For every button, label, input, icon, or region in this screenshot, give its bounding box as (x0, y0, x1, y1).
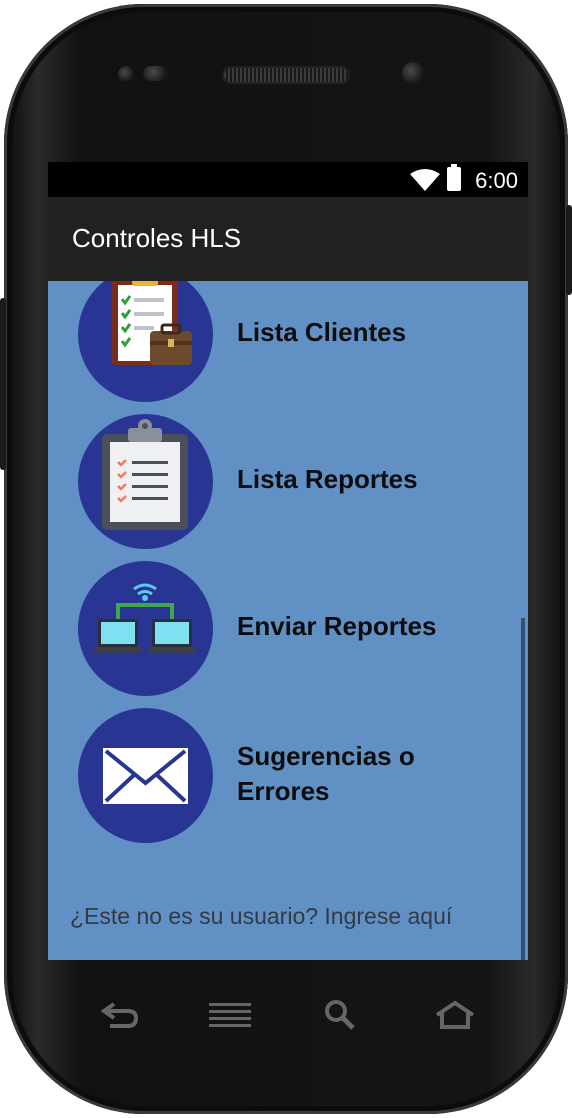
front-camera-icon (118, 66, 134, 82)
menu-label-lista-reportes: Lista Reportes (237, 464, 418, 494)
side-button-right (566, 205, 572, 295)
app-bar: Controles HLS (48, 197, 528, 281)
wifi-icon (410, 169, 440, 191)
back-button[interactable] (90, 990, 150, 1040)
main-content: Lista Clientes Lista Reportes Enviar Rep… (48, 281, 528, 960)
home-icon (435, 1000, 475, 1029)
search-button[interactable] (310, 990, 370, 1040)
menu-item-sugerencias-errores[interactable]: Sugerencias o Errores (78, 708, 518, 844)
side-button-left (0, 298, 6, 470)
light-sensor-icon (402, 62, 424, 84)
screen: 6:00 Controles HLS Lista Clientes Lista … (48, 162, 528, 960)
clipboard-briefcase-icon (78, 281, 213, 402)
menu-label-lista-clientes: Lista Clientes (237, 317, 407, 347)
menu-item-lista-clientes[interactable]: Lista Clientes (78, 281, 518, 403)
scrollbar[interactable] (521, 618, 525, 960)
clipboard-list-icon (78, 414, 213, 549)
menu-button[interactable] (200, 990, 260, 1040)
change-user-link[interactable]: ¿Este no es su usuario? Ingrese aquí (70, 903, 452, 930)
search-icon (325, 1000, 355, 1030)
proximity-sensor-icon (143, 66, 169, 81)
earpiece-speaker (224, 68, 348, 82)
menu-item-lista-reportes[interactable]: Lista Reportes (78, 414, 518, 550)
home-button[interactable] (425, 990, 485, 1040)
navigation-bar (70, 990, 500, 1040)
menu-label-enviar-reportes: Enviar Reportes (237, 611, 437, 641)
page-title: Controles HLS (72, 223, 242, 253)
status-bar: 6:00 (48, 162, 528, 197)
battery-icon (447, 164, 461, 191)
envelope-icon (78, 708, 213, 843)
back-icon (100, 1002, 139, 1028)
network-computers-icon (78, 561, 213, 696)
menu-label-sugerencias-errores: Sugerencias o Errores (237, 741, 415, 806)
status-time: 6:00 (475, 168, 518, 193)
menu-icon (209, 1003, 251, 1027)
menu-item-enviar-reportes[interactable]: Enviar Reportes (78, 561, 518, 697)
